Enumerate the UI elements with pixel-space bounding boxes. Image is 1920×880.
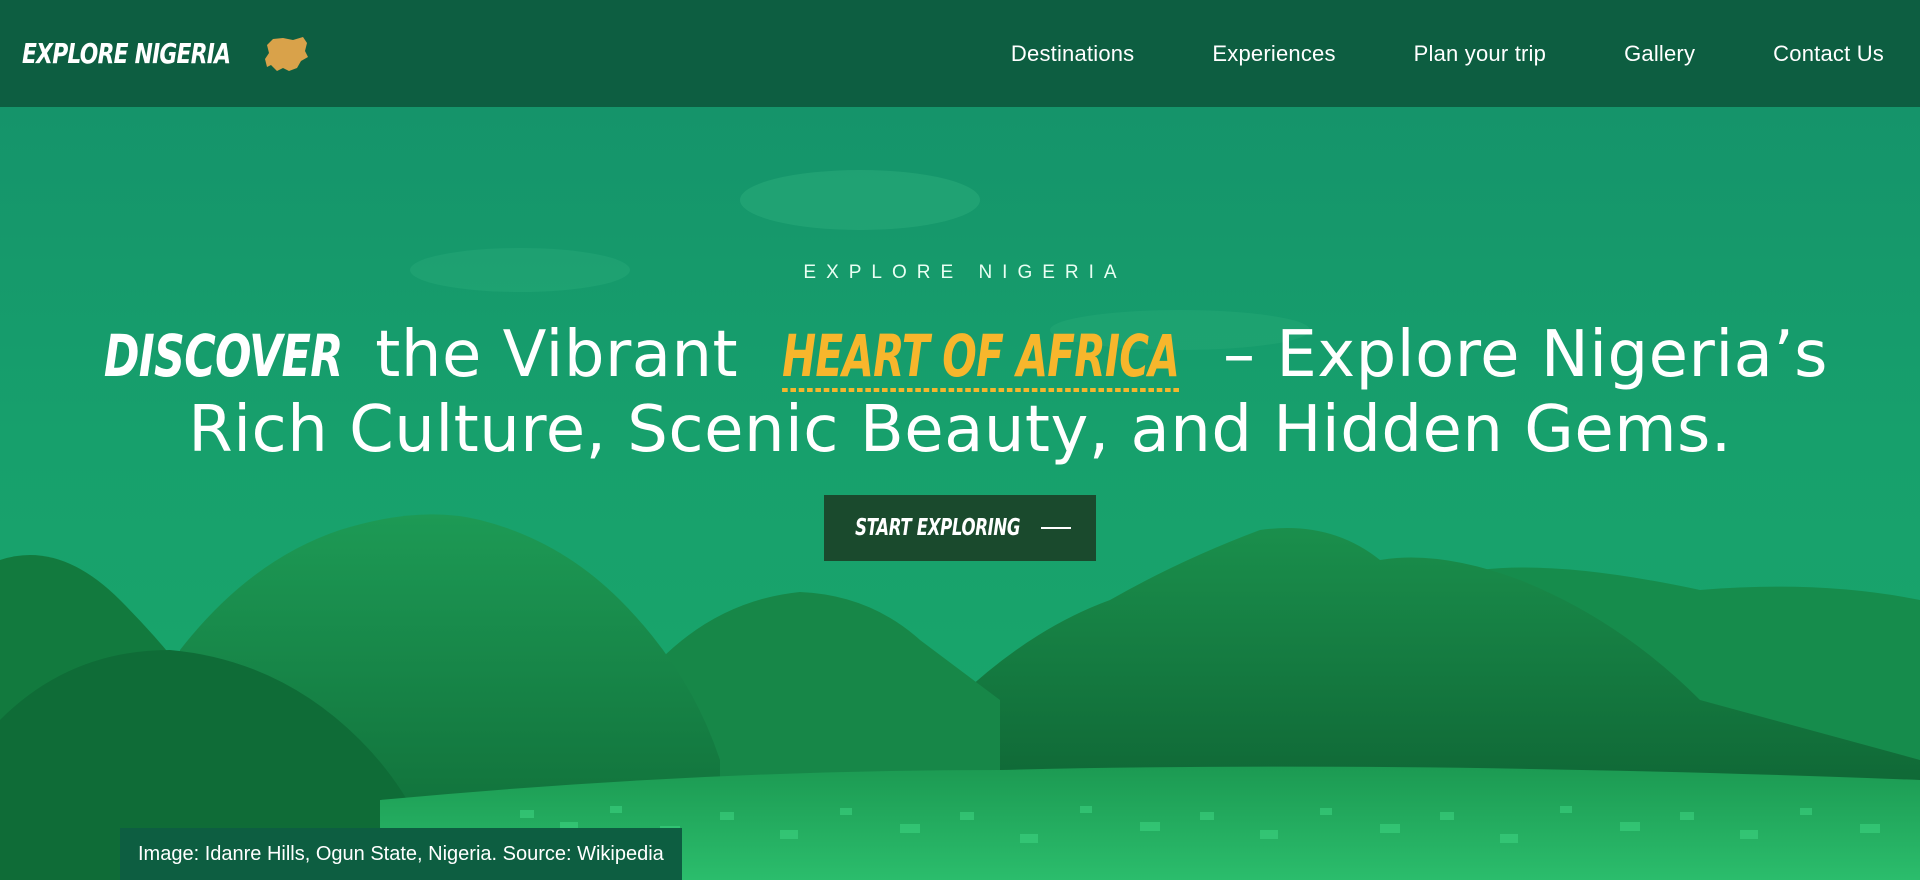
nav-link-destinations[interactable]: Destinations [1011, 41, 1134, 67]
cta-label: Start Exploring [855, 515, 1021, 541]
main-nav: Destinations Experiences Plan your trip … [1011, 41, 1884, 67]
brand-name: Explore Nigeria [22, 37, 231, 70]
headline-text-part1: the Vibrant [354, 318, 759, 392]
nav-link-plan-your-trip[interactable]: Plan your trip [1414, 41, 1546, 67]
hero-headline: Discover the Vibrant Heart of Africa – E… [0, 318, 1920, 467]
nigeria-map-icon [264, 36, 308, 71]
top-navigation-bar: Explore Nigeria Destinations Experiences… [0, 0, 1920, 107]
headline-line2: Rich Culture, Scenic Beauty, and Hidden … [188, 393, 1732, 467]
arrow-right-icon [1040, 527, 1071, 529]
headline-highlight: Heart of Africa [782, 322, 1180, 392]
image-credit-caption: Image: Idanre Hills, Ogun State, Nigeria… [120, 828, 682, 880]
headline-text-part2: – Explore Nigeria’s [1202, 318, 1829, 392]
headline-accent-word: Discover [103, 322, 343, 390]
hero-eyebrow: EXPLORE NIGERIA [803, 262, 1127, 283]
nav-link-experiences[interactable]: Experiences [1212, 41, 1335, 67]
nav-link-contact-us[interactable]: Contact Us [1773, 41, 1884, 67]
page: Explore Nigeria Destinations Experiences… [0, 0, 1920, 880]
start-exploring-button[interactable]: Start Exploring [824, 495, 1096, 561]
hero-section: EXPLORE NIGERIA Discover the Vibrant Hea… [0, 262, 1920, 561]
nav-link-gallery[interactable]: Gallery [1624, 41, 1695, 67]
brand-logo-link[interactable]: Explore Nigeria [22, 35, 309, 73]
